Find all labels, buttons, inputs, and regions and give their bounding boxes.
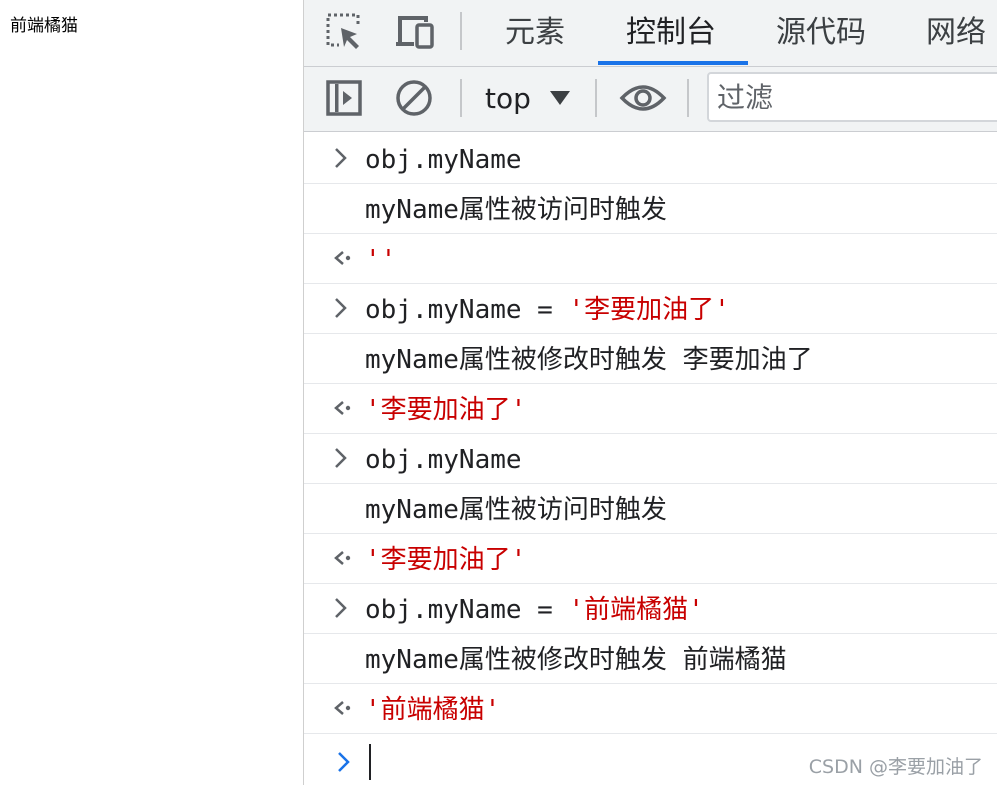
- console-input-row: obj.myName: [304, 134, 997, 184]
- console-input-text[interactable]: obj.myName = '李要加油了': [365, 284, 730, 336]
- input-string: '前端橘猫': [568, 595, 704, 625]
- devtools-tab-bar: 元素 控制台 源代码 网络: [304, 0, 997, 67]
- console-result-row: '李要加油了': [304, 534, 997, 584]
- sidebar-toggle-icon[interactable]: [325, 79, 365, 119]
- console-log-row: myName属性被修改时触发 李要加油了: [304, 334, 997, 384]
- input-string: '李要加油了': [568, 295, 730, 325]
- tab-elements[interactable]: 元素: [505, 10, 565, 56]
- chevron-right-icon[interactable]: [330, 144, 354, 172]
- screen: 前端橘猫 元素 控制台 源代码 网络 top 过滤 obj.myName myN…: [0, 0, 997, 785]
- console-input-text[interactable]: obj.myName = '前端橘猫': [365, 584, 704, 636]
- result-value: '李要加油了': [365, 545, 527, 575]
- console-toolbar: top: [304, 67, 997, 132]
- inspect-element-icon[interactable]: [325, 12, 365, 52]
- filter-box: [707, 72, 997, 122]
- input-code: obj.myName =: [365, 295, 569, 325]
- chevron-right-icon[interactable]: [330, 444, 354, 472]
- console-result-row: '': [304, 234, 997, 284]
- console-log-row: myName属性被访问时触发: [304, 184, 997, 234]
- input-code: obj.myName: [365, 445, 522, 475]
- chevron-right-icon[interactable]: [330, 294, 354, 322]
- console-result-row: '李要加油了': [304, 384, 997, 434]
- result-value: '': [365, 245, 397, 275]
- devtools-panel: 元素 控制台 源代码 网络 top 过滤 obj.myName myName属性…: [304, 0, 997, 785]
- chevron-right-icon[interactable]: [330, 594, 354, 622]
- active-tab-indicator: [598, 61, 748, 65]
- live-expression-eye-icon[interactable]: [619, 79, 667, 119]
- result-arrow-icon: [330, 694, 354, 722]
- toolbar-separator: [595, 79, 597, 117]
- console-input-row: obj.myName: [304, 434, 997, 484]
- toolbar-separator: [460, 79, 462, 117]
- chevron-down-icon[interactable]: [550, 91, 570, 105]
- log-message: myName属性被修改时触发 李要加油了: [365, 345, 813, 375]
- watermark: CSDN @李要加油了: [808, 756, 983, 778]
- tab-sources[interactable]: 源代码: [776, 10, 866, 56]
- console-log-row: myName属性被修改时触发 前端橘猫: [304, 634, 997, 684]
- log-message: myName属性被修改时触发 前端橘猫: [365, 645, 787, 675]
- console-result-row: '前端橘猫': [304, 684, 997, 734]
- console-output: obj.myName myName属性被访问时触发 '' obj.myName …: [304, 134, 997, 785]
- result-value: '前端橘猫': [365, 695, 501, 725]
- console-input-row: obj.myName = '李要加油了': [304, 284, 997, 334]
- page-text: 前端橘猫: [10, 16, 78, 36]
- input-code: obj.myName: [365, 145, 522, 175]
- tab-separator: [460, 12, 462, 50]
- filter-input[interactable]: [717, 78, 987, 116]
- result-arrow-icon: [330, 394, 354, 422]
- web-page-viewport: 前端橘猫: [0, 0, 303, 785]
- console-input-text[interactable]: obj.myName: [365, 434, 522, 486]
- result-value: '李要加油了': [365, 395, 527, 425]
- result-arrow-icon: [330, 244, 354, 272]
- prompt-chevron-icon: [334, 748, 354, 776]
- console-log-row: myName属性被访问时触发: [304, 484, 997, 534]
- result-arrow-icon: [330, 544, 354, 572]
- console-input-row: obj.myName = '前端橘猫': [304, 584, 997, 634]
- input-code: obj.myName =: [365, 595, 569, 625]
- context-selector[interactable]: top: [485, 79, 531, 119]
- log-message: myName属性被访问时触发: [365, 195, 667, 225]
- log-message: myName属性被访问时触发: [365, 495, 667, 525]
- tab-console[interactable]: 控制台: [626, 10, 716, 56]
- tab-network[interactable]: 网络: [926, 10, 986, 56]
- device-toolbar-icon[interactable]: [394, 12, 434, 52]
- text-caret: [369, 744, 371, 780]
- console-input-text[interactable]: obj.myName: [365, 134, 522, 186]
- toolbar-separator: [687, 79, 689, 117]
- clear-console-icon[interactable]: [394, 79, 434, 119]
